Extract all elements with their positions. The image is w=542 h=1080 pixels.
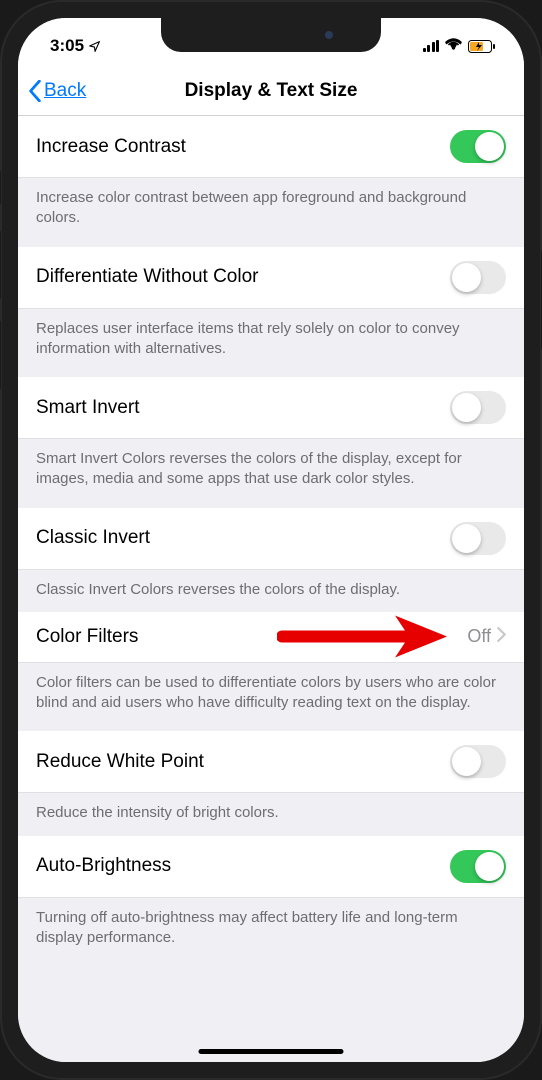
location-services-icon: [88, 40, 101, 53]
nav-bar: Back Display & Text Size: [18, 66, 524, 116]
differentiate-without-color-row[interactable]: Differentiate Without Color: [18, 247, 524, 309]
differentiate-label: Differentiate Without Color: [36, 266, 450, 288]
home-indicator[interactable]: [199, 1049, 344, 1054]
phone-frame: 3:05 Back Display & Text Size: [0, 0, 542, 1080]
back-label: Back: [44, 80, 86, 102]
chevron-right-icon: [497, 626, 506, 648]
color-filters-value: Off: [467, 626, 491, 647]
auto-brightness-footer: Turning off auto-brightness may affect b…: [18, 898, 524, 967]
mute-switch: [0, 170, 1, 205]
battery-charging-icon: [468, 40, 496, 53]
auto-brightness-toggle[interactable]: [450, 850, 506, 883]
classic-invert-toggle[interactable]: [450, 522, 506, 555]
classic-invert-footer: Classic Invert Colors reverses the color…: [18, 570, 524, 612]
status-left: 3:05: [50, 36, 101, 56]
color-filters-label: Color Filters: [36, 626, 467, 648]
reduce-white-point-label: Reduce White Point: [36, 751, 450, 773]
page-title: Display & Text Size: [185, 80, 358, 102]
status-right: [423, 36, 497, 56]
increase-contrast-label: Increase Contrast: [36, 136, 450, 158]
volume-up-button: [0, 230, 1, 300]
settings-list[interactable]: Increase Contrast Increase color contras…: [18, 116, 524, 1062]
reduce-white-point-toggle[interactable]: [450, 745, 506, 778]
smart-invert-footer: Smart Invert Colors reverses the colors …: [18, 439, 524, 508]
classic-invert-label: Classic Invert: [36, 527, 450, 549]
volume-down-button: [0, 320, 1, 390]
increase-contrast-footer: Increase color contrast between app fore…: [18, 178, 524, 247]
screen: 3:05 Back Display & Text Size: [18, 18, 524, 1062]
auto-brightness-label: Auto-Brightness: [36, 855, 450, 877]
smart-invert-row[interactable]: Smart Invert: [18, 377, 524, 439]
differentiate-toggle[interactable]: [450, 261, 506, 294]
smart-invert-toggle[interactable]: [450, 391, 506, 424]
smart-invert-label: Smart Invert: [36, 397, 450, 419]
reduce-white-point-row[interactable]: Reduce White Point: [18, 731, 524, 793]
differentiate-footer: Replaces user interface items that rely …: [18, 309, 524, 378]
camera-dot: [325, 31, 333, 39]
increase-contrast-toggle[interactable]: [450, 130, 506, 163]
color-filters-footer: Color filters can be used to differentia…: [18, 663, 524, 732]
status-time: 3:05: [50, 36, 84, 56]
wifi-icon: [445, 36, 462, 56]
color-filters-row[interactable]: Color Filters Off: [18, 612, 524, 663]
notch: [161, 18, 381, 52]
classic-invert-row[interactable]: Classic Invert: [18, 508, 524, 570]
cellular-signal-icon: [423, 40, 440, 52]
auto-brightness-row[interactable]: Auto-Brightness: [18, 836, 524, 898]
back-button[interactable]: Back: [28, 80, 86, 102]
reduce-white-point-footer: Reduce the intensity of bright colors.: [18, 793, 524, 835]
increase-contrast-row[interactable]: Increase Contrast: [18, 116, 524, 178]
chevron-left-icon: [28, 80, 42, 102]
